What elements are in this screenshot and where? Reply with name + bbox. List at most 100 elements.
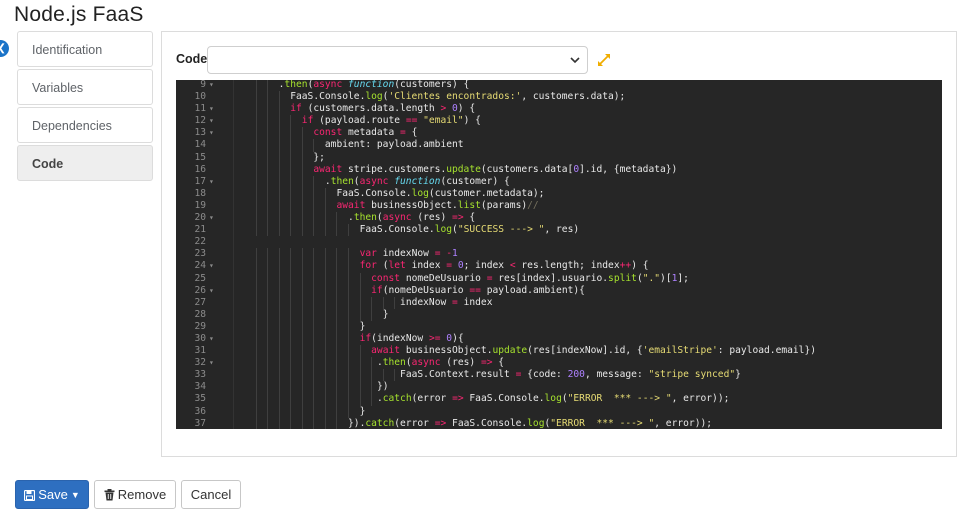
line-number: 34 <box>194 381 206 393</box>
line-number: 12 <box>194 115 206 127</box>
line-number: 33 <box>194 369 206 381</box>
indent-guide <box>267 320 269 333</box>
indent-guide <box>267 417 269 429</box>
indent-guide <box>290 369 292 382</box>
code-text: }) <box>376 381 389 393</box>
indent-guide <box>313 187 315 200</box>
indent-guide <box>255 103 257 116</box>
indent-guide <box>336 320 338 333</box>
indent-guide <box>371 308 373 321</box>
indent-guide <box>348 248 350 261</box>
fold-arrow-icon[interactable]: ▾ <box>209 115 219 127</box>
remove-button[interactable]: Remove <box>94 480 176 509</box>
page-title: Node.js FaaS <box>14 3 144 26</box>
indent-guide <box>267 212 269 225</box>
indent-guide <box>301 127 303 140</box>
indent-guide <box>324 248 326 261</box>
code-text: FaaS.Context.result = {code: 200, messag… <box>400 369 741 381</box>
code-line: 32 ▾ .then(async (res) => { <box>176 357 942 370</box>
indent-guide <box>301 345 303 358</box>
indent-guide <box>278 127 280 140</box>
indent-guide <box>301 212 303 225</box>
indent-guide <box>348 308 350 321</box>
indent-guide <box>278 417 280 429</box>
indent-guide <box>336 272 338 285</box>
fold-arrow-icon[interactable]: ▾ <box>209 212 219 224</box>
code-text: if (customers.data.length > 0) { <box>290 103 476 115</box>
fold-arrow-icon[interactable]: ▾ <box>209 333 219 345</box>
code-select[interactable] <box>207 46 588 74</box>
expand-arrows-icon[interactable] <box>597 53 611 67</box>
save-button[interactable]: Save ▼ <box>15 480 89 509</box>
sidebar-item-identification[interactable]: Identification <box>17 31 153 67</box>
indent-guide <box>278 151 280 164</box>
code-line: 11 ▾ if (customers.data.length > 0) { <box>176 103 942 116</box>
indent-guide <box>255 260 257 273</box>
indent-guide <box>371 296 373 309</box>
indent-guide <box>301 369 303 382</box>
indent-guide <box>255 199 257 213</box>
sidebar-item-code[interactable]: Code <box>17 145 153 181</box>
fold-arrow-icon[interactable]: ▾ <box>209 285 219 297</box>
indent-guide <box>255 393 257 406</box>
code-line: 33 FaaS.Context.result = {code: 200, mess… <box>176 369 942 382</box>
fold-arrow-icon[interactable]: ▾ <box>209 260 219 272</box>
indent-guide <box>267 296 269 309</box>
indent-guide <box>359 381 361 394</box>
fold-arrow-icon[interactable]: ▾ <box>209 127 219 139</box>
indent-guide <box>371 381 373 394</box>
indent-guide <box>267 187 269 200</box>
indent-guide <box>255 381 257 394</box>
sidebar-item-variables[interactable]: Variables <box>17 69 153 105</box>
indent-guide <box>267 284 269 297</box>
fold-arrow-icon[interactable]: ▾ <box>209 103 219 115</box>
indent-guide <box>301 308 303 321</box>
fold-arrow-icon[interactable]: ▾ <box>209 80 219 91</box>
code-editor[interactable]: 9 ▾ .then(async function(customers) {10 Faa… <box>176 80 942 429</box>
indent-guide <box>336 405 338 418</box>
fold-arrow-icon[interactable]: ▾ <box>209 357 219 369</box>
line-number: 19 <box>194 199 206 211</box>
indent-guide <box>290 187 292 200</box>
indent-guide <box>290 393 292 406</box>
indent-guide <box>278 91 280 104</box>
indent-guide <box>290 212 292 225</box>
indent-guide <box>394 369 396 382</box>
indent-guide <box>255 308 257 321</box>
indent-guide <box>255 80 257 92</box>
indent-guide <box>278 187 280 200</box>
indent-guide <box>255 175 257 188</box>
indent-guide <box>324 260 326 273</box>
indent-guide <box>290 320 292 333</box>
indent-guide <box>324 296 326 309</box>
line-number: 11 <box>194 103 206 115</box>
indent-guide <box>255 345 257 358</box>
indent-guide <box>267 80 269 92</box>
indent-guide <box>290 127 292 140</box>
indent-guide <box>290 332 292 346</box>
fold-arrow-icon[interactable]: ▾ <box>209 176 219 188</box>
indent-guide <box>267 139 269 152</box>
indent-guide <box>313 405 315 418</box>
collapse-sidebar-icon[interactable]: ❮ <box>0 40 9 57</box>
indent-guide <box>336 345 338 358</box>
indent-guide <box>267 345 269 358</box>
indent-guide <box>278 345 280 358</box>
cancel-button[interactable]: Cancel <box>181 480 241 509</box>
code-line: 25 const nomeDeUsuario = res[index].usuar… <box>176 272 942 285</box>
indent-guide <box>301 417 303 429</box>
indent-guide <box>348 369 350 382</box>
indent-guide <box>301 151 303 164</box>
indent-guide <box>278 308 280 321</box>
indent-guide <box>255 248 257 261</box>
indent-guide <box>313 308 315 321</box>
indent-guide <box>394 296 396 309</box>
indent-guide <box>324 187 326 200</box>
indent-guide <box>301 260 303 273</box>
indent-guide <box>324 284 326 297</box>
code-lines: 9 ▾ .then(async function(customers) {10 Faa… <box>176 80 942 429</box>
indent-guide <box>255 151 257 164</box>
sidebar-item-dependencies[interactable]: Dependencies <box>17 107 153 143</box>
indent-guide <box>324 405 326 418</box>
line-number: 24 <box>194 260 206 272</box>
